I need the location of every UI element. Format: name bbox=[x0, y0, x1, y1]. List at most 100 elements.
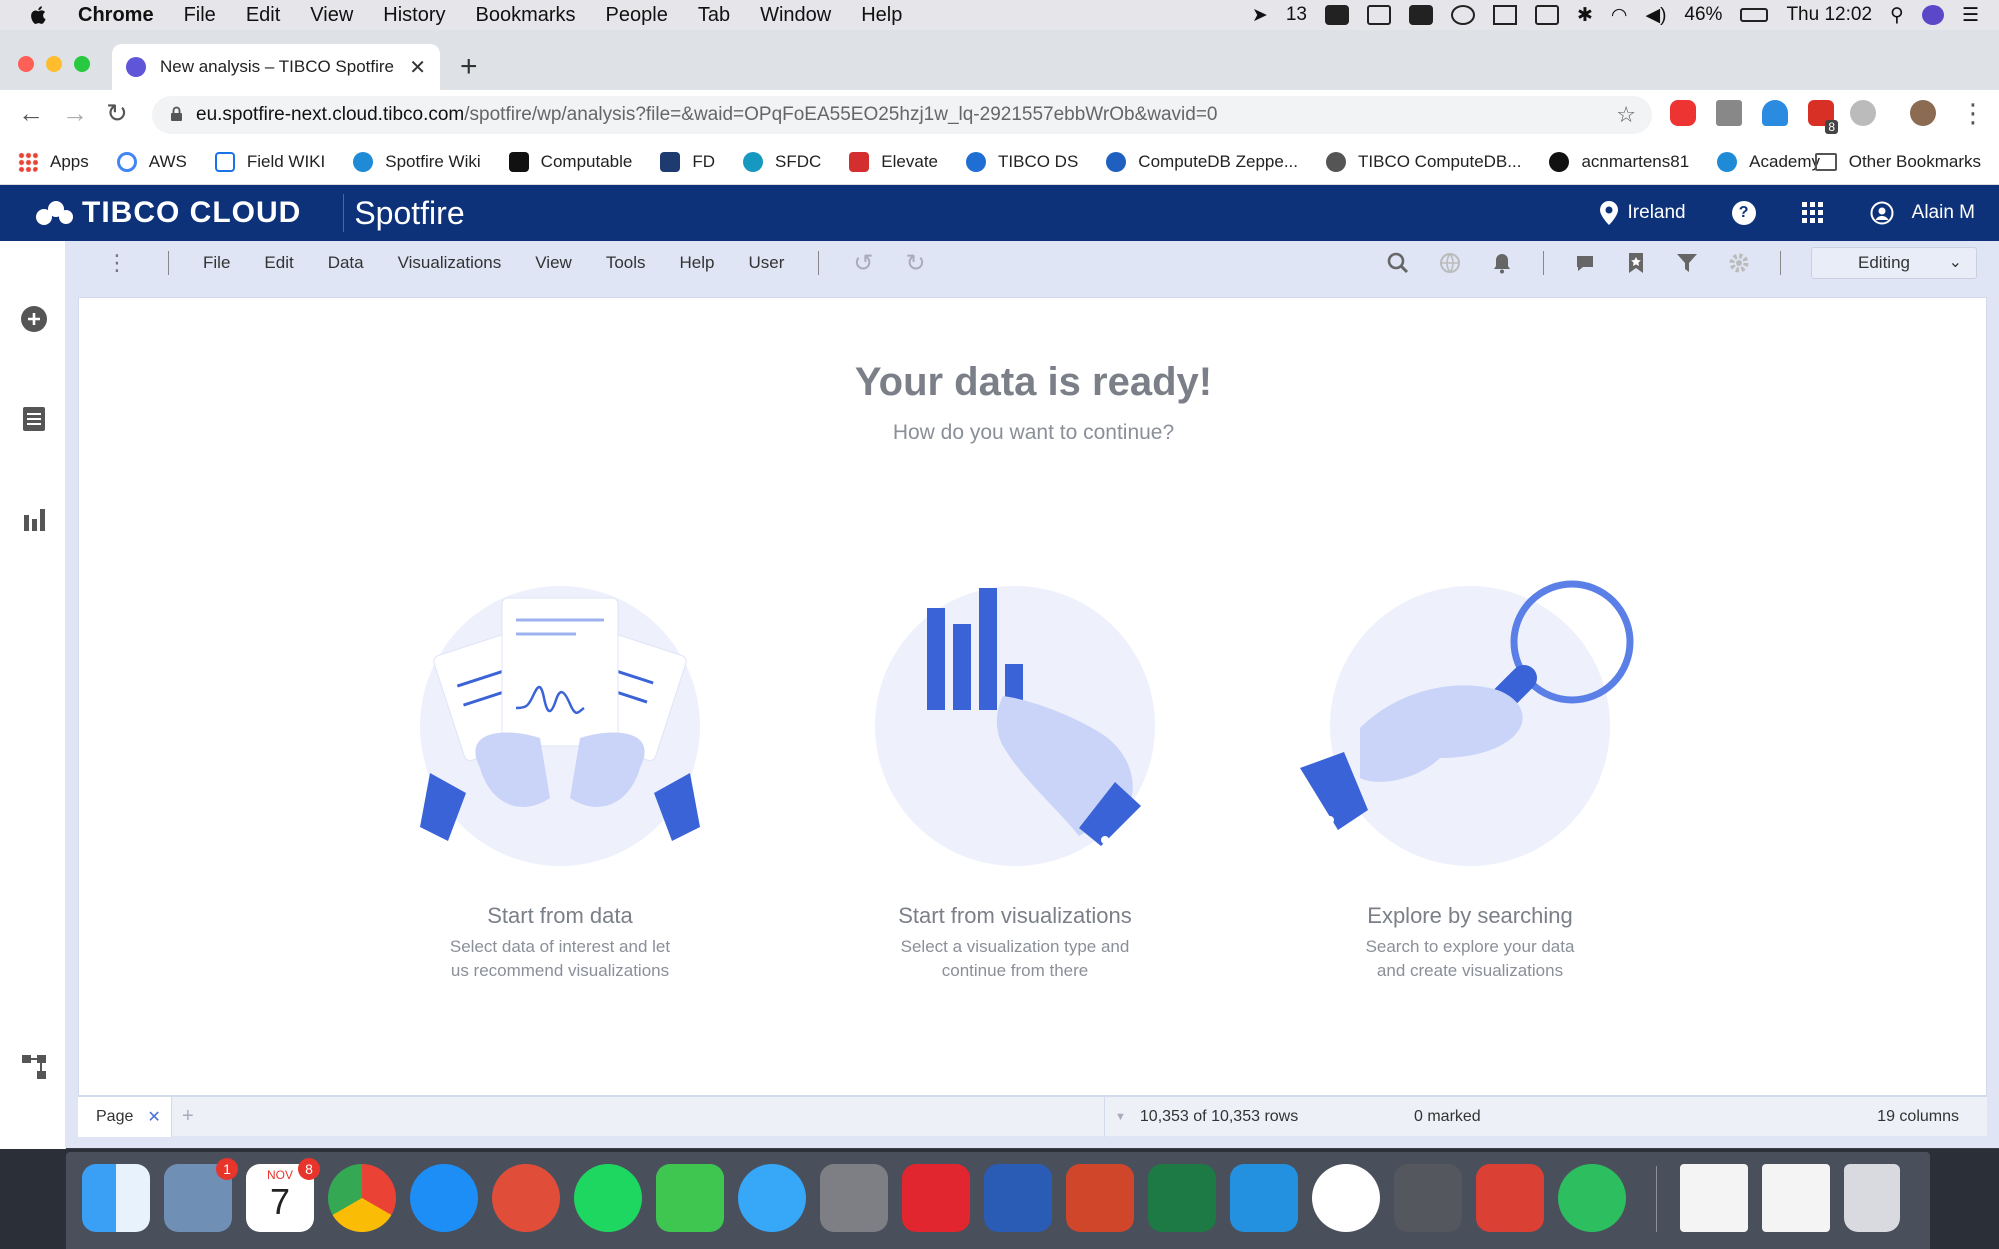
bookmark-academy[interactable]: Academy bbox=[1717, 152, 1820, 172]
mail-icon[interactable]: 1 bbox=[164, 1158, 238, 1232]
profile-avatar[interactable] bbox=[1910, 100, 1936, 126]
bookmark-computedb-zeppelin[interactable]: ComputeDB Zeppe... bbox=[1106, 152, 1298, 172]
undo-icon[interactable]: ↺ bbox=[853, 249, 873, 278]
add-data-icon[interactable] bbox=[20, 305, 48, 333]
ghostery-extension-icon[interactable] bbox=[1762, 100, 1788, 126]
menu-app-name[interactable]: Chrome bbox=[78, 4, 154, 27]
todo-extension-icon[interactable]: 8 bbox=[1808, 100, 1838, 134]
todoist-icon[interactable] bbox=[1476, 1164, 1544, 1232]
sublime-text-icon[interactable] bbox=[1394, 1164, 1462, 1232]
bookmark-computable[interactable]: Computable bbox=[508, 152, 632, 172]
menu-people[interactable]: People bbox=[606, 4, 668, 27]
bookmark-tibco-computedb[interactable]: TIBCO ComputeDB... bbox=[1326, 152, 1521, 172]
other-bookmarks[interactable]: Other Bookmarks bbox=[1814, 152, 1981, 172]
wappalyzer-extension-icon[interactable] bbox=[1850, 100, 1876, 126]
drive-extension-icon[interactable] bbox=[1716, 100, 1742, 126]
evernote-status-icon[interactable] bbox=[1324, 5, 1349, 25]
window-close-button[interactable] bbox=[18, 56, 34, 72]
siri-icon[interactable] bbox=[1921, 5, 1944, 25]
sf-menu-help[interactable]: Help bbox=[680, 253, 715, 273]
bookmark-fd[interactable]: FD bbox=[660, 152, 715, 172]
window-zoom-button[interactable] bbox=[74, 56, 90, 72]
page-tab[interactable]: Page ✕ bbox=[78, 1097, 172, 1137]
new-tab-button[interactable]: + bbox=[460, 50, 478, 84]
menu-edit[interactable]: Edit bbox=[246, 4, 280, 27]
powerpoint-icon[interactable] bbox=[1066, 1164, 1134, 1232]
help-icon[interactable]: ? bbox=[1731, 201, 1756, 225]
region-selector[interactable]: Ireland bbox=[1599, 201, 1686, 225]
bookmark-aws[interactable]: AWS bbox=[116, 152, 187, 172]
app-launcher-icon[interactable] bbox=[1801, 202, 1824, 224]
bookmark-icon[interactable] bbox=[1626, 252, 1646, 274]
battery-percent[interactable]: 46% bbox=[1684, 4, 1722, 26]
finder-icon[interactable] bbox=[82, 1164, 150, 1232]
bookmark-spotfire-wiki[interactable]: Spotfire Wiki bbox=[353, 152, 481, 172]
window-minimize-button[interactable] bbox=[46, 56, 62, 72]
spotlight-search-icon[interactable]: ⚲ bbox=[1890, 4, 1904, 27]
more-options-icon[interactable]: ⋮ bbox=[106, 250, 128, 276]
screens-icon[interactable] bbox=[1492, 5, 1517, 25]
drive-status-icon[interactable] bbox=[1366, 5, 1391, 25]
user-menu[interactable]: Alain M bbox=[1870, 201, 1975, 225]
bookmark-github[interactable]: acnmartens81 bbox=[1549, 152, 1689, 172]
vscode-icon[interactable] bbox=[1230, 1164, 1298, 1232]
notification-center-icon[interactable]: ☰ bbox=[1962, 4, 1979, 27]
spotify-icon[interactable] bbox=[574, 1164, 642, 1232]
downloads-stack-icon[interactable] bbox=[1680, 1164, 1748, 1232]
menu-tab[interactable]: Tab bbox=[698, 4, 730, 27]
lock-icon[interactable] bbox=[170, 106, 183, 122]
facetime-icon[interactable] bbox=[656, 1164, 724, 1232]
sf-menu-data[interactable]: Data bbox=[328, 253, 364, 273]
search-icon[interactable] bbox=[1387, 252, 1409, 274]
card-start-from-data[interactable]: Start from data Select data of interest … bbox=[350, 568, 770, 983]
bluetooth-icon[interactable]: ✱ bbox=[1577, 4, 1593, 27]
comments-icon[interactable] bbox=[1574, 252, 1596, 274]
creative-cloud-icon[interactable] bbox=[1408, 5, 1433, 25]
bookmark-elevate[interactable]: Elevate bbox=[849, 152, 938, 172]
card-start-from-visualizations[interactable]: Start from visualizations Select a visua… bbox=[805, 568, 1225, 983]
bookmark-apps[interactable]: Apps bbox=[18, 152, 89, 172]
menu-help[interactable]: Help bbox=[861, 4, 902, 27]
bookmark-tibco-ds[interactable]: TIBCO DS bbox=[966, 152, 1078, 172]
word-icon[interactable] bbox=[984, 1164, 1052, 1232]
menu-file[interactable]: File bbox=[184, 4, 216, 27]
airplay-icon[interactable] bbox=[1534, 5, 1559, 25]
system-preferences-icon[interactable] bbox=[820, 1164, 888, 1232]
adblock-extension-icon[interactable] bbox=[1670, 100, 1696, 126]
visualizations-panel-icon[interactable] bbox=[20, 505, 48, 533]
address-bar[interactable]: eu.spotfire-next.cloud.tibco.com/spotfir… bbox=[152, 96, 1652, 134]
remote-desktop-icon[interactable] bbox=[492, 1164, 560, 1232]
chrome-menu-icon[interactable]: ⋮ bbox=[1960, 98, 1986, 129]
sf-menu-view[interactable]: View bbox=[535, 253, 572, 273]
settings-gear-icon[interactable] bbox=[1728, 252, 1750, 274]
battery-icon[interactable] bbox=[1740, 8, 1769, 22]
menu-bookmarks[interactable]: Bookmarks bbox=[476, 4, 576, 27]
clock[interactable]: Thu 12:02 bbox=[1786, 4, 1872, 26]
browser-tab-active[interactable]: New analysis – TIBCO Spotfire ✕ bbox=[112, 44, 440, 90]
mode-dropdown[interactable]: Editing ⌄ bbox=[1811, 247, 1977, 279]
messages-icon[interactable] bbox=[738, 1164, 806, 1232]
tibco-cloud-logo[interactable]: TIBCO CLOUD bbox=[34, 196, 301, 230]
location-arrow-icon[interactable]: ➤ bbox=[1252, 4, 1268, 27]
bookmark-field-wiki[interactable]: Field WIKI bbox=[214, 152, 325, 172]
filter-icon[interactable] bbox=[1676, 252, 1698, 274]
redo-icon[interactable]: ↻ bbox=[905, 249, 925, 278]
calendar-icon[interactable]: NOV 7 8 bbox=[246, 1158, 320, 1232]
back-icon[interactable]: ← bbox=[18, 98, 44, 129]
add-page-button[interactable]: + bbox=[182, 1105, 194, 1128]
menu-view[interactable]: View bbox=[310, 4, 353, 27]
slack-icon[interactable] bbox=[1312, 1164, 1380, 1232]
sf-menu-visualizations[interactable]: Visualizations bbox=[398, 253, 502, 273]
data-flow-icon[interactable] bbox=[20, 1053, 48, 1081]
bookmark-star-icon[interactable]: ☆ bbox=[1616, 102, 1636, 128]
apple-icon[interactable] bbox=[28, 4, 50, 26]
bookmark-sfdc[interactable]: SFDC bbox=[743, 152, 821, 172]
id-app-icon[interactable] bbox=[902, 1164, 970, 1232]
globe-icon[interactable] bbox=[1439, 252, 1461, 274]
sf-menu-user[interactable]: User bbox=[748, 253, 784, 273]
trash-icon[interactable] bbox=[1844, 1164, 1900, 1232]
notifications-bell-icon[interactable] bbox=[1491, 252, 1513, 274]
card-explore-by-searching[interactable]: Explore by searching Search to explore y… bbox=[1260, 568, 1680, 983]
sf-menu-tools[interactable]: Tools bbox=[606, 253, 646, 273]
data-panel-icon[interactable] bbox=[20, 405, 48, 433]
